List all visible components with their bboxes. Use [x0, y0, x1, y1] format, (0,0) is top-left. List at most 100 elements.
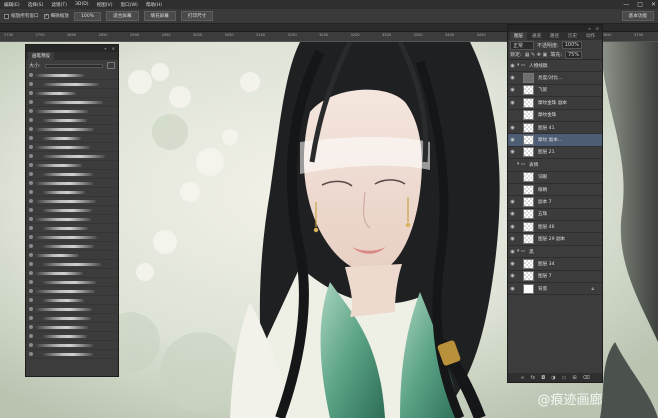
- layer-name[interactable]: 图层 7: [534, 273, 552, 279]
- brush-preset-item[interactable]: [26, 188, 118, 197]
- layer-group-row[interactable]: ◉ ▾ ▭ 黑: [508, 246, 602, 259]
- brush-preset-item[interactable]: [26, 314, 118, 323]
- layer-group-row[interactable]: ◉ ▾ ▭ 人物线稿: [508, 60, 602, 73]
- brush-preset-item[interactable]: [26, 251, 118, 260]
- layer-row[interactable]: ◉ 背景 🔒︎: [508, 283, 602, 296]
- brush-preset-item[interactable]: [26, 80, 118, 89]
- layer-row[interactable]: ◉ 五珠: [508, 209, 602, 222]
- brush-preset-item[interactable]: [26, 107, 118, 116]
- tab-channels[interactable]: 通道: [528, 32, 545, 40]
- brush-preset-item[interactable]: [26, 134, 118, 143]
- brush-preset-item[interactable]: [26, 278, 118, 287]
- trash-icon[interactable]: ⌫: [583, 375, 590, 381]
- tab-paths[interactable]: 路径: [546, 32, 563, 40]
- brush-preset-item[interactable]: [26, 224, 118, 233]
- visibility-eye-icon[interactable]: ◉: [508, 261, 517, 267]
- brush-preset-item[interactable]: [26, 323, 118, 332]
- visibility-eye-icon[interactable]: ◉: [508, 273, 517, 279]
- brush-preset-item[interactable]: [26, 179, 118, 188]
- link-icon[interactable]: ∞: [520, 375, 524, 381]
- layer-name[interactable]: 词眼: [534, 174, 547, 180]
- brush-preset-item[interactable]: [26, 161, 118, 170]
- brush-preset-item[interactable]: [26, 71, 118, 80]
- tab-history[interactable]: 历史: [564, 32, 581, 40]
- layer-row[interactable]: ◉ 图层 21: [508, 147, 602, 160]
- brush-preset-item[interactable]: [26, 233, 118, 242]
- brush-preset-item[interactable]: [26, 170, 118, 179]
- brush-size-slider[interactable]: [44, 63, 103, 68]
- visibility-eye-icon[interactable]: ◉: [508, 249, 517, 255]
- lock-icons[interactable]: ▦ ✎ ✥ ▣: [525, 52, 548, 58]
- layer-name[interactable]: 图层 34: [534, 261, 555, 267]
- brush-preset-item[interactable]: [26, 152, 118, 161]
- fill-input[interactable]: 75%: [564, 50, 583, 59]
- collapse-icon[interactable]: «: [588, 26, 590, 31]
- tab-actions[interactable]: 动作: [582, 32, 599, 40]
- layer-name[interactable]: 亮度/对比...: [534, 75, 562, 81]
- layer-name[interactable]: 眼睛: [534, 187, 547, 193]
- layer-name[interactable]: 人物线稿: [525, 63, 547, 69]
- close-button[interactable]: ✕: [651, 1, 656, 8]
- layer-name[interactable]: 摩纹金珠: [534, 112, 556, 118]
- visibility-eye-icon[interactable]: ◉: [508, 211, 517, 217]
- layer-name[interactable]: 图层 41: [534, 125, 555, 131]
- brush-preset-item[interactable]: [26, 98, 118, 107]
- layer-name[interactable]: 黑: [525, 249, 534, 255]
- layer-row[interactable]: ◉ 图层 7: [508, 271, 602, 284]
- menu-window[interactable]: 窗口(W): [117, 2, 142, 8]
- folder-icon[interactable]: ▾ ▭: [517, 63, 525, 68]
- brush-preset-item[interactable]: [26, 305, 118, 314]
- layer-row[interactable]: ◉ 图层 34: [508, 258, 602, 271]
- fx-icon[interactable]: fx: [531, 375, 536, 381]
- layer-name[interactable]: 摩纹金珠 副本: [534, 100, 567, 106]
- visibility-eye-icon[interactable]: ◉: [508, 286, 517, 292]
- menu-help[interactable]: 帮助(H): [142, 2, 166, 8]
- layer-row[interactable]: 摩纹金珠: [508, 110, 602, 122]
- layer-name[interactable]: 图层 46: [534, 224, 555, 230]
- layer-name[interactable]: 图层 21: [534, 149, 555, 155]
- layer-row[interactable]: ◉ 亮度/对比...: [508, 72, 602, 85]
- menu-filter[interactable]: 滤镜(T): [47, 2, 71, 8]
- brush-folder-icon[interactable]: [107, 62, 115, 69]
- adjust-icon[interactable]: ◑: [551, 375, 555, 381]
- collapse-icon[interactable]: «: [104, 46, 106, 51]
- fit-screen-button[interactable]: 适合屏幕: [106, 11, 139, 21]
- visibility-eye-icon[interactable]: ◉: [508, 125, 517, 131]
- visibility-eye-icon[interactable]: ◉: [508, 224, 517, 230]
- brush-preset-item[interactable]: [26, 215, 118, 224]
- layer-row[interactable]: ◉ 图层 41: [508, 122, 602, 135]
- layer-row[interactable]: 眼睛: [508, 184, 602, 197]
- brush-preset-item[interactable]: [26, 125, 118, 134]
- visibility-eye-icon[interactable]: ◉: [508, 75, 517, 81]
- brush-preset-item[interactable]: [26, 143, 118, 152]
- close-icon[interactable]: ×: [112, 46, 115, 51]
- folder-icon[interactable]: ▾ ▭: [517, 249, 525, 254]
- visibility-eye-icon[interactable]: ◉: [508, 199, 517, 205]
- opacity-input[interactable]: 100%: [561, 41, 582, 49]
- brush-preset-item[interactable]: [26, 269, 118, 278]
- brush-preset-item[interactable]: [26, 350, 118, 359]
- brush-preset-item[interactable]: [26, 89, 118, 98]
- visibility-eye-icon[interactable]: ◉: [508, 137, 517, 143]
- layer-row[interactable]: ◉ 摩纹 副本...: [508, 134, 602, 147]
- zoom-all-windows-checkbox[interactable]: 缩放所有窗口: [4, 13, 39, 19]
- folder-icon[interactable]: ▾ ▭: [517, 162, 525, 167]
- brush-preset-item[interactable]: [26, 197, 118, 206]
- layer-name[interactable]: 表情: [525, 162, 538, 168]
- brush-preset-item[interactable]: [26, 332, 118, 341]
- brush-preset-item[interactable]: [26, 341, 118, 350]
- close-icon[interactable]: ×: [596, 26, 599, 31]
- layer-name[interactable]: 图层 29 副本: [534, 236, 565, 242]
- brush-preset-item[interactable]: [26, 116, 118, 125]
- layer-name[interactable]: 背景: [534, 286, 547, 292]
- layer-row[interactable]: ◉ 摩纹金珠 副本: [508, 97, 602, 110]
- tab-layers[interactable]: 图层: [510, 32, 527, 40]
- fill-screen-button[interactable]: 填充屏幕: [143, 11, 176, 21]
- print-size-button[interactable]: 打印尺寸: [180, 11, 214, 21]
- minimize-button[interactable]: —: [623, 1, 629, 8]
- brush-preset-item[interactable]: [26, 206, 118, 215]
- visibility-eye-icon[interactable]: ◉: [508, 63, 517, 69]
- visibility-eye-icon[interactable]: ◉: [508, 87, 517, 93]
- menu-3d[interactable]: 3D(D): [71, 2, 93, 7]
- layer-name[interactable]: 副本 7: [534, 199, 552, 205]
